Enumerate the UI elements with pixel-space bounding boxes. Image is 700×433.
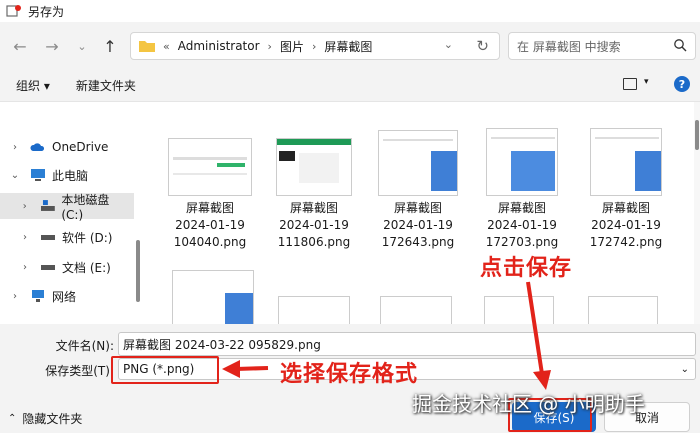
file-name: 屏幕截图 [185, 201, 234, 215]
hide-folders-label: 隐藏文件夹 [22, 412, 83, 426]
sidebar-item-drive-d[interactable]: › 软件 (D:) [0, 224, 134, 250]
drive-icon [41, 235, 55, 240]
watermark-text: 掘金技术社区 @ 小明助手 [412, 392, 645, 416]
drive-icon [41, 265, 55, 270]
file-thumbnail[interactable] [278, 296, 350, 324]
file-thumbnail [378, 130, 458, 196]
breadcrumb-item-administrator[interactable]: Administrator [178, 39, 260, 53]
chevron-right-icon[interactable]: › [10, 262, 40, 273]
chevron-right-icon[interactable]: › [312, 40, 316, 53]
windows-drive-icon [40, 200, 55, 211]
save-dialog-icon [6, 5, 21, 17]
navigation-pane: › OneDrive ⌄ 此电脑 › 本地磁盘 (C:) › 软件 (D:) › [0, 102, 140, 324]
search-icon[interactable] [673, 38, 687, 52]
view-mode-icon[interactable] [623, 78, 637, 90]
search-box[interactable]: 在 屏幕截图 中搜索 [508, 32, 696, 60]
chevron-right-icon[interactable]: › [268, 40, 272, 53]
breadcrumb-item-pictures[interactable]: 图片 [280, 38, 304, 55]
file-time: 104040.png [173, 235, 247, 249]
file-thumbnail [590, 128, 662, 196]
file-item[interactable]: 屏幕截图 2024-01-19 104040.png [158, 138, 262, 251]
file-list: 屏幕截图 2024-01-19 104040.png 屏幕截图 2024-01-… [148, 102, 694, 324]
file-name: 屏幕截图 [601, 201, 650, 215]
back-arrow-icon[interactable]: ← [10, 36, 30, 56]
file-date: 2024-01-19 [591, 218, 661, 232]
chevron-down-icon[interactable]: ▾ [644, 77, 649, 87]
file-time: 111806.png [277, 235, 351, 249]
file-time: 172742.png [589, 235, 663, 249]
title-bar: 另存为 [0, 0, 700, 22]
file-item[interactable]: 屏幕截图 2024-01-19 172643.png [366, 130, 470, 251]
choose-format-annotation: 选择保存格式 [280, 362, 419, 387]
network-icon [32, 290, 44, 302]
file-date: 2024-01-19 [383, 218, 453, 232]
file-time: 172703.png [485, 235, 559, 249]
sidebar-item-label: 软件 (D:) [62, 230, 113, 245]
file-date: 2024-01-19 [279, 218, 349, 232]
file-thumbnail [168, 138, 252, 196]
file-date: 2024-01-19 [487, 218, 557, 232]
sidebar-item-label: 本地磁盘 (C:) [61, 192, 110, 222]
file-list-scrollbar[interactable] [694, 102, 700, 324]
file-date: 2024-01-19 [175, 218, 245, 232]
filename-value: 屏幕截图 2024-03-22 095829.png [123, 337, 321, 352]
cloud-icon [30, 143, 45, 151]
chevron-right-icon[interactable]: › [0, 142, 30, 153]
breadcrumb-overflow[interactable]: « [163, 40, 170, 53]
sidebar-scrollbar[interactable] [136, 240, 140, 302]
forward-arrow-icon[interactable]: → [42, 36, 62, 56]
chevron-up-icon: ⌃ [8, 413, 17, 424]
file-thumbnail [276, 138, 352, 196]
help-icon[interactable]: ? [674, 76, 690, 92]
filename-label: 文件名(N): [55, 339, 114, 353]
pc-icon [31, 169, 45, 181]
chevron-right-icon[interactable]: › [10, 232, 40, 243]
chevron-down-icon[interactable]: ⌄ [0, 170, 30, 181]
hide-folders-toggle[interactable]: ⌃ 隐藏文件夹 [8, 410, 82, 427]
file-thumbnail [486, 128, 558, 196]
refresh-icon[interactable]: ↻ [476, 37, 489, 55]
file-thumbnail[interactable] [380, 296, 452, 324]
filename-input[interactable]: 屏幕截图 2024-03-22 095829.png [118, 332, 696, 356]
sidebar-item-label: 文档 (E:) [62, 260, 111, 275]
command-bar: 组织 ▾ 新建文件夹 ▾ ? [0, 70, 700, 102]
window-title: 另存为 [28, 4, 65, 19]
file-time: 172643.png [381, 235, 455, 249]
sidebar-item-label: 此电脑 [52, 168, 89, 183]
file-thumbnail[interactable] [484, 296, 554, 324]
filetype-label: 保存类型(T): [45, 364, 114, 378]
scrollbar-thumb[interactable] [695, 120, 699, 150]
recent-locations-chevron-icon[interactable]: ⌄ [72, 36, 92, 56]
search-placeholder: 在 屏幕截图 中搜索 [517, 39, 621, 54]
new-folder-button[interactable]: 新建文件夹 [76, 77, 136, 94]
file-thumbnail[interactable] [172, 270, 254, 324]
file-name: 屏幕截图 [497, 201, 546, 215]
chevron-right-icon[interactable]: › [0, 291, 30, 302]
sidebar-item-this-pc[interactable]: ⌄ 此电脑 [0, 162, 134, 188]
click-save-annotation: 点击保存 [480, 256, 573, 281]
sidebar-item-label: OneDrive [52, 140, 109, 154]
navigation-bar: ← → ⌄ ↑ « Administrator › 图片 › 屏幕截图 ⌄ ↻ … [0, 22, 700, 70]
sidebar-item-drive-e[interactable]: › 文档 (E:) [0, 254, 134, 280]
sidebar-item-drive-c[interactable]: › 本地磁盘 (C:) [0, 192, 134, 222]
chevron-down-icon[interactable]: ⌄ [681, 364, 689, 375]
chevron-right-icon[interactable]: › [10, 201, 40, 212]
sidebar-item-onedrive[interactable]: › OneDrive [0, 134, 134, 160]
file-item[interactable]: 屏幕截图 2024-01-19 172742.png [574, 128, 678, 251]
file-thumbnail[interactable] [588, 296, 658, 324]
file-name: 屏幕截图 [393, 201, 442, 215]
up-arrow-icon[interactable]: ↑ [100, 36, 120, 56]
file-item[interactable]: 屏幕截图 2024-01-19 111806.png [262, 138, 366, 251]
address-dropdown-icon[interactable]: ⌄ [444, 38, 453, 51]
address-bar[interactable]: « Administrator › 图片 › 屏幕截图 ⌄ ↻ [130, 32, 500, 60]
organize-menu[interactable]: 组织 ▾ [16, 77, 50, 94]
folder-icon [139, 41, 155, 52]
file-item[interactable]: 屏幕截图 2024-01-19 172703.png [470, 128, 574, 251]
sidebar-item-network[interactable]: › 网络 [0, 283, 134, 309]
filetype-highlight-box [111, 356, 219, 384]
file-name: 屏幕截图 [289, 201, 338, 215]
breadcrumb-item-screenshots[interactable]: 屏幕截图 [324, 38, 372, 55]
sidebar-item-label: 网络 [52, 289, 77, 304]
